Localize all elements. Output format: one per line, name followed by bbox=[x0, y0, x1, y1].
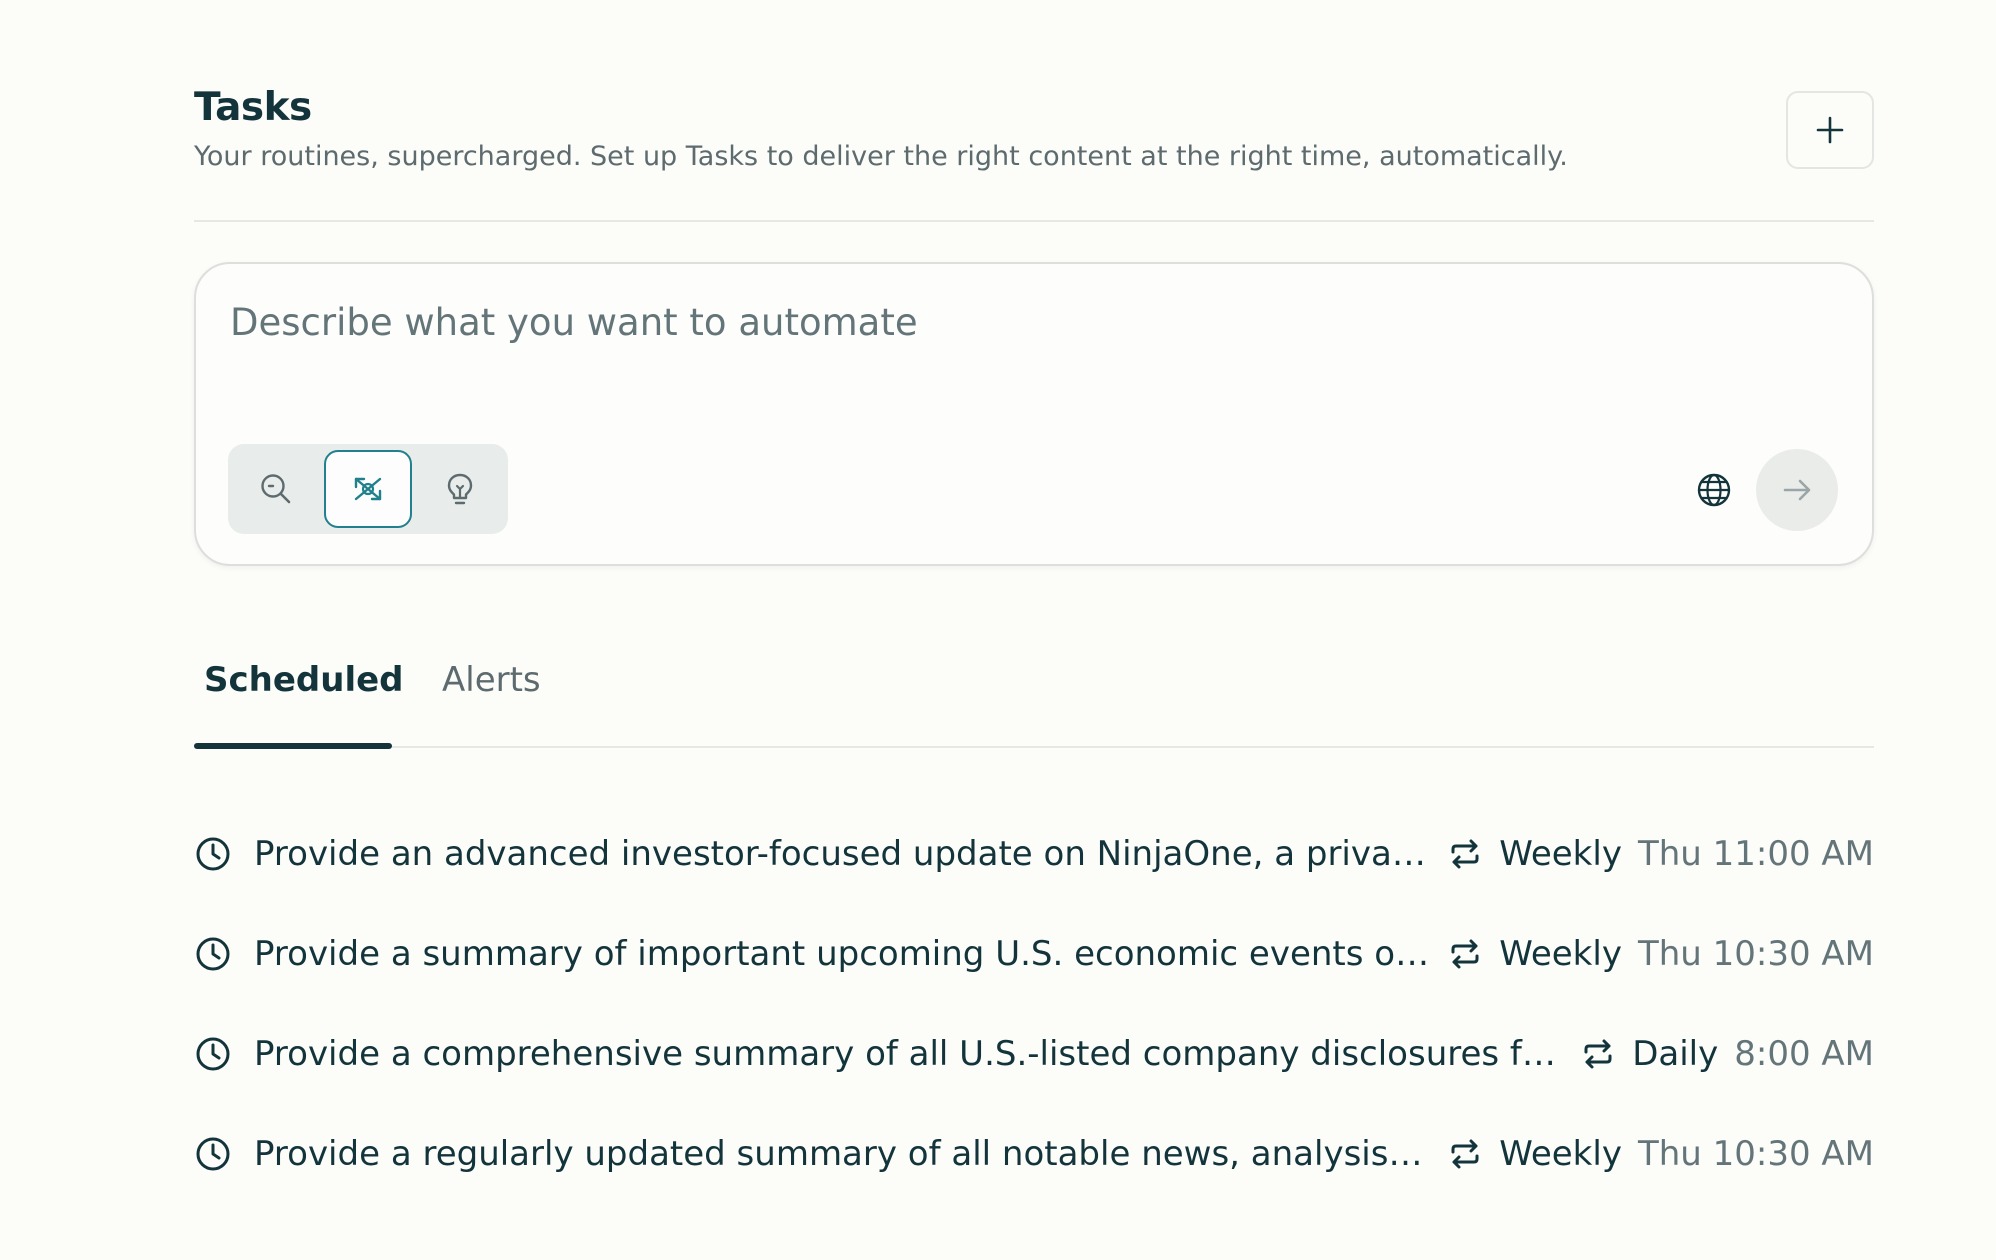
task-frequency: Weekly bbox=[1499, 834, 1622, 874]
describe-task-input[interactable] bbox=[230, 292, 1810, 352]
search-mode-button[interactable] bbox=[232, 450, 320, 528]
repeat-icon bbox=[1447, 1136, 1483, 1172]
page-title: Tasks bbox=[194, 85, 312, 130]
plus-icon bbox=[1816, 116, 1844, 144]
task-time: 8:00 AM bbox=[1734, 1034, 1874, 1074]
clock-icon bbox=[194, 935, 232, 973]
arrow-right-icon bbox=[1783, 479, 1811, 501]
task-time: Thu 10:30 AM bbox=[1637, 934, 1874, 974]
task-description: Provide a comprehensive summary of all U… bbox=[254, 1034, 1565, 1074]
task-description: Provide an advanced investor-focused upd… bbox=[254, 834, 1432, 874]
task-time: Thu 11:00 AM bbox=[1637, 834, 1874, 874]
page-subtitle: Your routines, supercharged. Set up Task… bbox=[194, 141, 1568, 172]
task-list: Provide an advanced investor-focused upd… bbox=[194, 804, 1874, 1204]
search-icon bbox=[261, 474, 291, 504]
labs-mode-button[interactable] bbox=[416, 450, 504, 528]
research-mode-button[interactable] bbox=[324, 450, 412, 528]
research-icon bbox=[354, 477, 382, 501]
task-row[interactable]: Provide a regularly updated summary of a… bbox=[194, 1104, 1874, 1204]
task-description: Provide a regularly updated summary of a… bbox=[254, 1134, 1432, 1174]
lightbulb-icon bbox=[447, 473, 473, 505]
tab-alerts[interactable]: Alerts bbox=[442, 656, 541, 704]
task-time: Thu 10:30 AM bbox=[1637, 1134, 1874, 1174]
add-task-button[interactable] bbox=[1786, 91, 1874, 169]
repeat-icon bbox=[1447, 836, 1483, 872]
globe-icon bbox=[1697, 473, 1731, 507]
task-row[interactable]: Provide a summary of important upcoming … bbox=[194, 904, 1874, 1004]
clock-icon bbox=[194, 835, 232, 873]
clock-icon bbox=[194, 1035, 232, 1073]
task-tabs: Scheduled Alerts bbox=[194, 620, 1874, 749]
task-row[interactable]: Provide a comprehensive summary of all U… bbox=[194, 1004, 1874, 1104]
task-composer bbox=[194, 262, 1874, 566]
mode-selector bbox=[228, 444, 508, 534]
tab-scheduled[interactable]: Scheduled bbox=[204, 656, 404, 704]
task-frequency: Weekly bbox=[1499, 1134, 1622, 1174]
task-row[interactable]: Provide an advanced investor-focused upd… bbox=[194, 804, 1874, 904]
task-frequency: Weekly bbox=[1499, 934, 1622, 974]
sources-button[interactable] bbox=[1690, 466, 1738, 514]
task-description: Provide a summary of important upcoming … bbox=[254, 934, 1432, 974]
clock-icon bbox=[194, 1135, 232, 1173]
active-tab-indicator bbox=[194, 743, 392, 749]
repeat-icon bbox=[1580, 1036, 1616, 1072]
repeat-icon bbox=[1447, 936, 1483, 972]
tasks-page: Tasks Your routines, supercharged. Set u… bbox=[194, 82, 1874, 1174]
page-header: Tasks Your routines, supercharged. Set u… bbox=[194, 82, 1874, 222]
task-frequency: Daily bbox=[1632, 1034, 1719, 1074]
submit-button[interactable] bbox=[1756, 449, 1838, 531]
